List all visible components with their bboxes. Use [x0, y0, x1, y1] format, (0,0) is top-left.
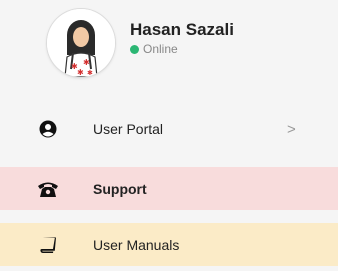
- online-status-icon: [130, 44, 139, 54]
- menu-item-label: Support: [93, 180, 147, 197]
- avatar[interactable]: ✱ ✱ ✱ ✱: [47, 9, 115, 77]
- status-text: Online: [143, 42, 178, 56]
- menu-item-user-portal[interactable]: User Portal >: [0, 109, 338, 149]
- user-circle-icon: [37, 118, 59, 140]
- user-name: Hasan Sazali: [130, 20, 234, 39]
- user-profile: ✱ ✱ ✱ ✱ Hasan Sazali Online: [0, 0, 338, 88]
- menu-item-user-manuals[interactable]: User Manuals: [0, 223, 338, 266]
- menu-item-support[interactable]: Support: [0, 167, 338, 210]
- sidebar: ✱ ✱ ✱ ✱ Hasan Sazali Online User Portal …: [0, 0, 338, 271]
- book-icon: [37, 234, 59, 256]
- svg-text:✱: ✱: [87, 69, 93, 77]
- chevron-right-icon: >: [287, 120, 296, 138]
- svg-text:✱: ✱: [83, 58, 90, 67]
- telephone-icon: [37, 178, 59, 200]
- menu-item-label: User Manuals: [93, 236, 180, 253]
- menu-item-label: User Portal: [93, 121, 164, 137]
- user-status: Online: [130, 42, 178, 56]
- svg-text:✱: ✱: [77, 68, 84, 77]
- user-avatar-icon: ✱ ✱ ✱ ✱: [47, 9, 115, 77]
